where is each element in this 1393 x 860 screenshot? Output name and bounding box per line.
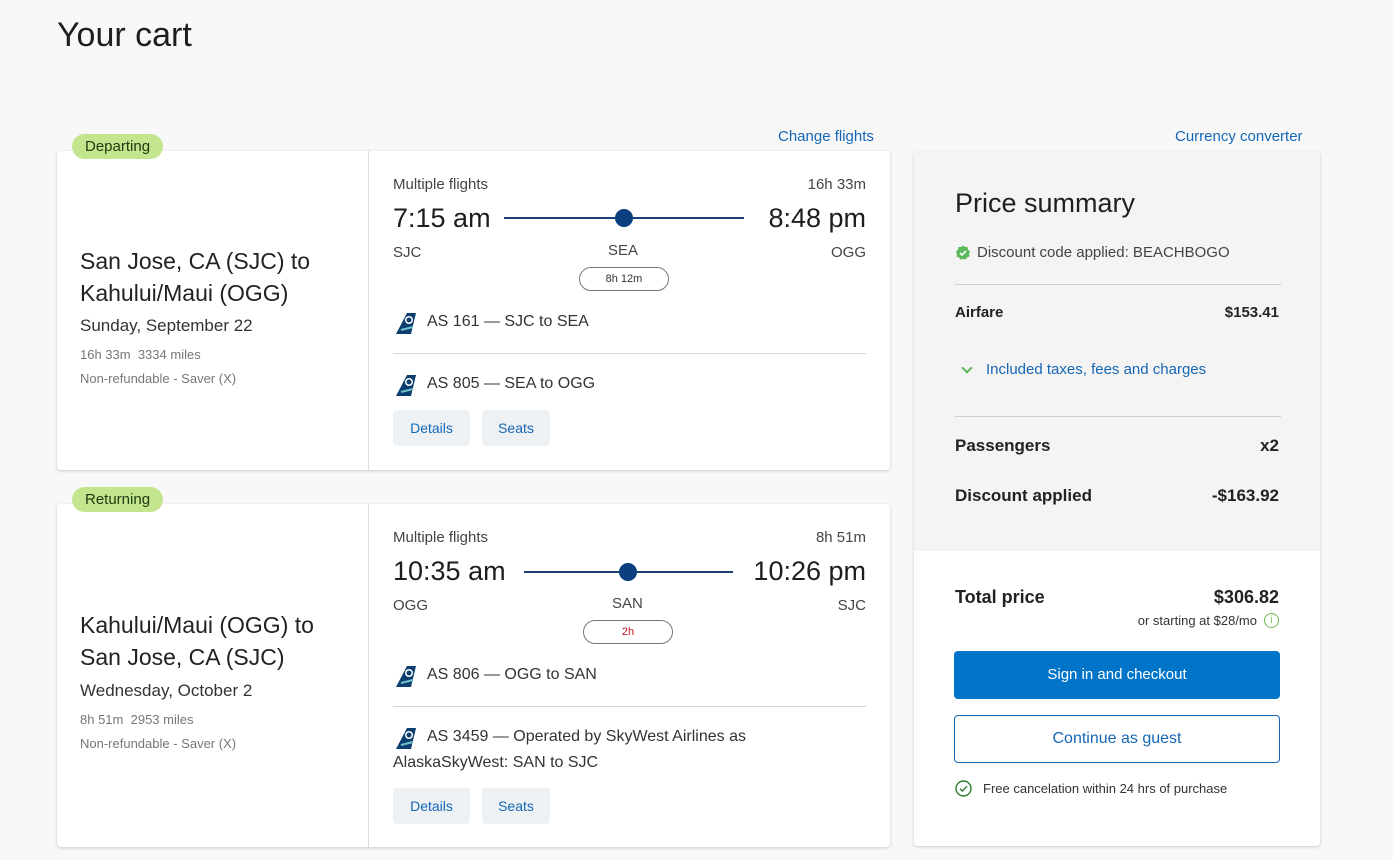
info-icon[interactable]: i [1264, 613, 1279, 628]
summary-divider [955, 284, 1281, 285]
departing-summary: San Jose, CA (SJC) to Kahului/Maui (OGG)… [57, 151, 369, 470]
alaska-airlines-logo-icon [396, 375, 416, 396]
summary-divider [955, 416, 1281, 417]
check-badge-icon [956, 245, 970, 259]
seats-button[interactable]: Seats [482, 788, 550, 824]
returning-flight-card: Kahului/Maui (OGG) to San Jose, CA (SJC)… [57, 504, 890, 847]
multiple-flights-label: Multiple flights [393, 176, 489, 193]
details-button[interactable]: Details [393, 788, 470, 824]
passengers-row: Passengers x2 [955, 436, 1279, 455]
origin-code: OGG [393, 597, 429, 614]
taxes-toggle[interactable]: Included taxes, fees and charges [960, 361, 1206, 378]
discount-note: Discount code applied: BEACHBOGO [955, 244, 1230, 261]
returning-badge: Returning [72, 487, 164, 512]
depart-time: 7:15 am [393, 203, 491, 233]
seats-button[interactable]: Seats [482, 410, 550, 446]
alaska-airlines-logo-icon [396, 666, 416, 687]
departing-flight-card: San Jose, CA (SJC) to Kahului/Maui (OGG)… [57, 151, 890, 470]
change-flights-link[interactable]: Change flights [778, 128, 874, 145]
alaska-airlines-logo-icon [396, 313, 416, 334]
details-button[interactable]: Details [393, 410, 470, 446]
departing-stats: 16h 33m 3334 miles [80, 347, 201, 362]
price-summary-card: Price summary Discount code applied: BEA… [914, 151, 1320, 846]
segment-divider [393, 706, 866, 707]
departing-date: Sunday, September 22 [80, 316, 253, 335]
layover-badge: 2h [583, 620, 673, 644]
total-price-row: Total price $306.82 [955, 587, 1279, 607]
departing-fare: Non-refundable - Saver (X) [80, 371, 237, 386]
chevron-down-icon [961, 361, 973, 374]
segment-row: AS 806 — OGG to SAN [393, 663, 597, 689]
departing-badge: Departing [72, 134, 164, 159]
segment-divider [393, 353, 866, 354]
check-circle-icon [955, 780, 972, 797]
returning-stats: 8h 51m 2953 miles [80, 712, 194, 727]
stop-code: SEA [608, 242, 639, 259]
continue-as-guest-button[interactable]: Continue as guest [954, 715, 1280, 763]
returning-date: Wednesday, October 2 [80, 681, 253, 700]
departing-details: Multiple flights 16h 33m 7:15 am 8:48 pm… [393, 151, 866, 470]
segment-row: AS 161 — SJC to SEA [393, 310, 589, 336]
arrive-time: 10:26 pm [753, 556, 866, 586]
destination-code: SJC [837, 597, 866, 614]
segment-row: AS 3459 — Operated by SkyWest Airlines a… [393, 725, 793, 775]
multiple-flights-label: Multiple flights [393, 529, 489, 546]
page-title: Your cart [57, 16, 192, 54]
arrive-time: 8:48 pm [768, 203, 866, 233]
airfare-row: Airfare $153.41 [955, 304, 1279, 321]
cancel-note: Free cancelation within 24 hrs of purcha… [955, 780, 1227, 797]
segment-row: AS 805 — SEA to OGG [393, 372, 595, 398]
returning-details: Multiple flights 8h 51m 10:35 am 10:26 p… [393, 504, 866, 847]
monthly-payment: or starting at $28/mo i [1138, 613, 1279, 628]
returning-fare: Non-refundable - Saver (X) [80, 736, 237, 751]
stop-code: SAN [612, 595, 643, 612]
depart-time: 10:35 am [393, 556, 506, 586]
discount-row: Discount applied -$163.92 [955, 486, 1279, 505]
alaska-airlines-logo-icon [396, 728, 416, 749]
price-summary-title: Price summary [955, 188, 1136, 218]
total-duration: 8h 51m [815, 529, 866, 546]
returning-route: Kahului/Maui (OGG) to San Jose, CA (SJC) [80, 612, 314, 670]
returning-summary: Kahului/Maui (OGG) to San Jose, CA (SJC)… [57, 504, 369, 847]
origin-code: SJC [393, 244, 422, 261]
stop-dot [615, 209, 633, 227]
departing-route: San Jose, CA (SJC) to Kahului/Maui (OGG) [80, 248, 311, 306]
stop-dot [619, 563, 637, 581]
destination-code: OGG [830, 244, 866, 261]
sign-in-checkout-button[interactable]: Sign in and checkout [954, 651, 1280, 699]
currency-converter-link[interactable]: Currency converter [1175, 128, 1303, 145]
total-duration: 16h 33m [807, 176, 866, 193]
layover-badge: 8h 12m [579, 267, 669, 291]
